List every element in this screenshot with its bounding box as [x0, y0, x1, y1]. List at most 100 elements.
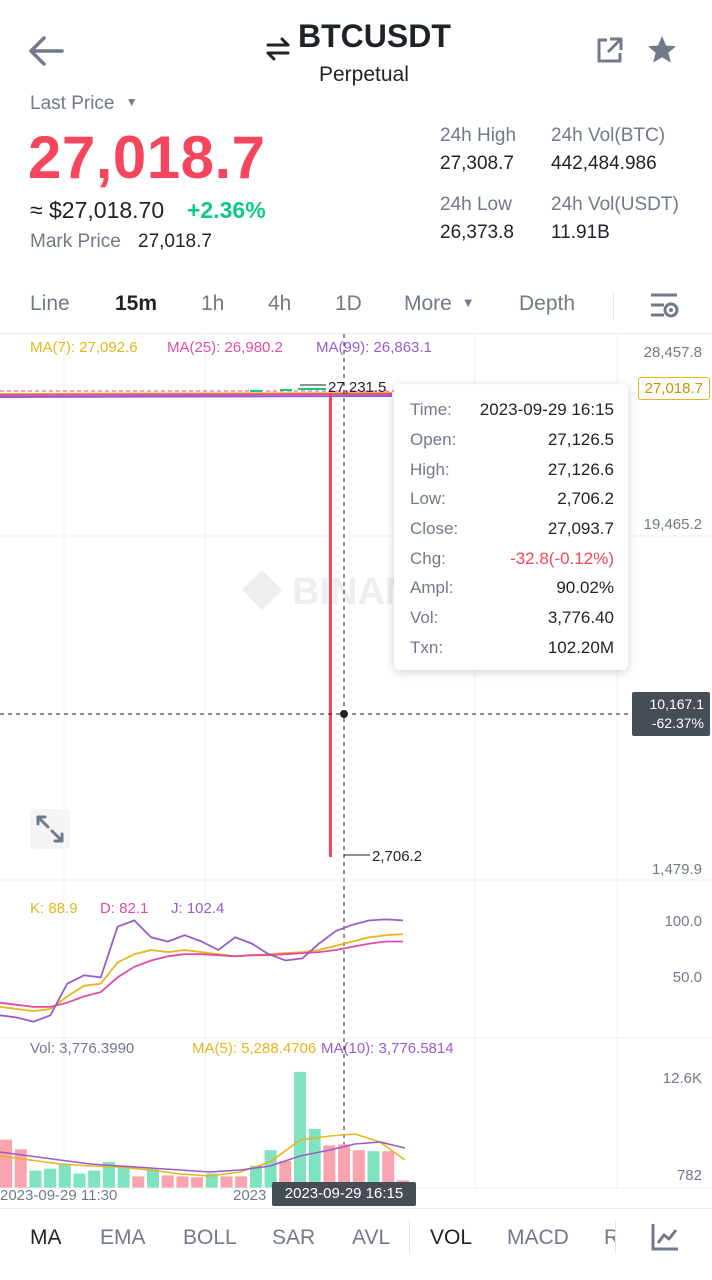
- volume-bar: [176, 1176, 189, 1188]
- vol-label: Vol: 3,776.3990: [30, 1040, 135, 1057]
- crosshair-percent: -62.37%: [651, 715, 704, 731]
- 24h-vol-usdt: 11.91B: [551, 222, 610, 243]
- candles-compressed: [250, 388, 326, 392]
- volume-bar: [117, 1165, 130, 1188]
- caret-down-icon: ▼: [461, 295, 475, 310]
- ma99-label: MA(99): 26,863.1: [316, 339, 432, 356]
- crosshair-point: [340, 710, 348, 718]
- mark-price-label: Mark Price: [30, 231, 121, 252]
- volume-bars: [0, 1071, 409, 1188]
- swap-icon[interactable]: [264, 36, 292, 62]
- 24h-vol-usdt-label: 24h Vol(USDT): [551, 194, 679, 215]
- 24h-low-label: 24h Low: [440, 194, 512, 215]
- tooltip-time: Time: 2023-09-29 16:15: [410, 400, 614, 419]
- indicator-tab-vol[interactable]: VOL: [430, 1226, 472, 1250]
- last-price-dropdown[interactable]: Last Price ▼: [30, 93, 138, 115]
- volume-bar: [0, 1139, 12, 1188]
- volume-bar: [161, 1175, 174, 1188]
- indicator-divider: [409, 1220, 410, 1254]
- indicator-tab-ema[interactable]: EMA: [100, 1226, 146, 1250]
- axis-bottom: 1,479.9: [651, 861, 702, 878]
- indicator-tab-boll[interactable]: BOLL: [183, 1226, 237, 1250]
- tab-15m[interactable]: 15m: [115, 292, 157, 316]
- time-label-mid: 2023: [233, 1187, 267, 1204]
- vol-axis-bottom: 782: [676, 1167, 702, 1184]
- volume-bar: [220, 1176, 233, 1188]
- expand-icon: [36, 815, 64, 843]
- share-icon[interactable]: [596, 36, 624, 64]
- vol-axis-top: 12.6K: [662, 1070, 702, 1087]
- tooltip-high: High: 27,126.6: [410, 460, 614, 479]
- tooltip-change: Chg: -32.8(-0.12%): [410, 549, 614, 568]
- crosshair-time-tag: 2023-09-29 16:15: [272, 1182, 416, 1206]
- kdj-d-label: D: 82.1: [100, 900, 149, 917]
- kdj-axis-mid: 50.0: [672, 969, 702, 986]
- tooltip-amplitude: Ampl: 90.02%: [410, 578, 614, 597]
- volume-bar: [29, 1170, 42, 1188]
- 24h-low: 26,373.8: [440, 222, 514, 243]
- tooltip-turnover: Txn: 102.20M: [410, 638, 614, 657]
- usd-price: ≈ $27,018.70: [30, 197, 165, 223]
- mark-price: 27,018.7: [138, 231, 212, 252]
- fullscreen-button[interactable]: [30, 809, 70, 849]
- kdj-j-line: [0, 918, 404, 1023]
- kdj-k-label: K: 88.9: [30, 900, 78, 917]
- kdj-lines: [0, 918, 404, 1023]
- volume-bar: [88, 1170, 101, 1188]
- tab-1d[interactable]: 1D: [335, 292, 362, 316]
- vol-ma5-label: MA(5): 5,288.4706: [192, 1040, 317, 1057]
- last-price-label: Last Price: [30, 93, 115, 114]
- tab-more[interactable]: More ▼: [404, 292, 475, 316]
- axis-mid: 19,465.2: [643, 516, 702, 533]
- indicator-tab-ma[interactable]: MA: [30, 1226, 62, 1250]
- divider: [613, 292, 614, 320]
- volume-bar: [132, 1176, 145, 1188]
- vol-ma10-label: MA(10): 3,776.5814: [321, 1040, 454, 1057]
- volume-bar: [73, 1173, 86, 1188]
- indicator-tab-sar[interactable]: SAR: [272, 1226, 315, 1250]
- kdj-j-label: J: 102.4: [171, 900, 225, 917]
- axis-top: 28,457.8: [643, 344, 702, 361]
- crosshair-price-tag: 10,167.1 -62.37%: [632, 692, 710, 736]
- kdj-axis-top: 100.0: [664, 913, 702, 930]
- tab-depth[interactable]: Depth: [519, 292, 575, 316]
- arrow-left-icon: [29, 36, 64, 66]
- tooltip-close: Close: 27,093.7: [410, 519, 614, 538]
- tooltip-low: Low: 2,706.2: [410, 489, 614, 508]
- chart-settings-icon[interactable]: [648, 290, 680, 322]
- price-change: +2.36%: [187, 197, 266, 223]
- kdj-k-line: [0, 933, 404, 1013]
- volume-bar: [191, 1177, 204, 1188]
- tab-1h[interactable]: 1h: [201, 292, 224, 316]
- tab-4h[interactable]: 4h: [268, 292, 291, 316]
- caret-down-icon: ▼: [125, 95, 138, 109]
- ma25-label: MA(25): 26,980.2: [167, 339, 283, 356]
- indicator-settings-icon[interactable]: [650, 1222, 680, 1252]
- 24h-high-label: 24h High: [440, 125, 517, 146]
- indicator-divider: [615, 1220, 616, 1254]
- crosshair-price: 10,167.1: [649, 696, 705, 712]
- favorite-star-icon[interactable]: [646, 34, 678, 66]
- indicator-tab-macd[interactable]: MACD: [507, 1226, 569, 1250]
- last-price: 27,018.7: [28, 124, 266, 191]
- bottom-divider: [0, 1208, 712, 1209]
- volume-bar: [294, 1071, 306, 1188]
- back-button[interactable]: [26, 34, 66, 68]
- ma7-label: MA(7): 27,092.6: [30, 339, 138, 356]
- tab-more-label: More: [404, 292, 452, 315]
- tab-line[interactable]: Line: [30, 292, 70, 316]
- tooltip-volume: Vol: 3,776.40: [410, 608, 614, 627]
- high-annotation: 27,231.5: [328, 379, 386, 396]
- candle-tooltip: Time: 2023-09-29 16:15 Open: 27,126.5 High…: [394, 384, 628, 670]
- volume-bar: [58, 1163, 71, 1188]
- indicator-tab-avl[interactable]: AVL: [352, 1226, 390, 1250]
- ma99-line: [0, 395, 393, 398]
- contract-type: Perpetual: [319, 63, 409, 86]
- symbol-title[interactable]: BTCUSDT: [298, 18, 451, 55]
- tooltip-open: Open: 27,126.5: [410, 430, 614, 449]
- current-price-tag: 27,018.7: [637, 377, 710, 400]
- 24h-vol-btc: 442,484.986: [551, 153, 657, 174]
- volume-bar: [44, 1168, 57, 1188]
- spike-candle: [329, 394, 332, 857]
- 24h-high: 27,308.7: [440, 153, 514, 174]
